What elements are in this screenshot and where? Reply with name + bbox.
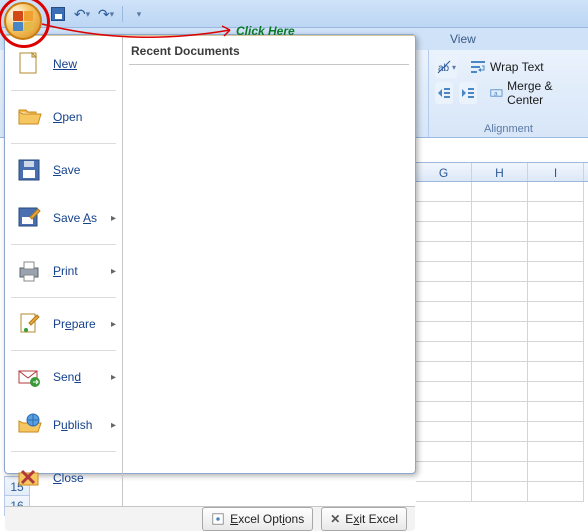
save-icon[interactable] [50,6,66,22]
grid-area[interactable] [416,182,588,507]
save-menu-icon [15,156,43,184]
close-icon [15,464,43,492]
menu-label-save-as: Save As [53,211,97,225]
excel-options-button[interactable]: Excel Options [202,507,313,531]
chevron-right-icon: ▸ [111,266,116,277]
menu-label-print: Print [53,264,78,278]
orientation-button[interactable]: ab▾ [435,56,457,78]
decrease-indent-button[interactable] [435,82,453,104]
chevron-right-icon: ▸ [111,213,116,224]
title-bar: ↶▾ ↷▾ ▾ [0,0,588,28]
undo-button[interactable]: ↶▾ [74,6,90,22]
menu-item-print[interactable]: Print ▸ [5,247,122,295]
merge-center-button[interactable]: a Merge & Center [483,82,582,104]
merge-center-label: Merge & Center [507,79,575,107]
recent-documents-header: Recent Documents [129,40,409,65]
quick-access-toolbar: ↶▾ ↷▾ ▾ [50,6,147,22]
menu-label-publish: Publish [53,418,92,432]
prepare-icon [15,310,43,338]
wrap-text-button[interactable]: Wrap Text [463,56,551,78]
wrap-text-icon [470,59,486,75]
menu-label-new: New [53,57,77,71]
send-icon [15,363,43,391]
publish-icon [15,411,43,439]
qat-customize-icon[interactable]: ▾ [131,6,147,22]
group-alignment: ab▾ Wrap Text a Merge & Center Alignment [428,50,588,137]
open-icon [15,103,43,131]
menu-item-publish[interactable]: Publish ▸ [5,401,122,449]
menu-item-save[interactable]: Save [5,146,122,194]
options-icon [211,512,225,526]
save-as-icon [15,204,43,232]
wrap-text-label: Wrap Text [490,60,544,74]
increase-indent-button[interactable] [459,82,477,104]
menu-item-close[interactable]: Close [5,454,122,502]
menu-item-new[interactable]: New [5,40,122,88]
column-header[interactable]: I [528,163,584,181]
tab-view[interactable]: View [440,28,486,50]
menu-label-close: Close [53,471,84,485]
office-menu-left: New Open Save Save As ▸ Print ▸ [5,36,123,506]
svg-text:ab: ab [438,63,450,74]
redo-button[interactable]: ↷▾ [98,6,114,22]
svg-text:a: a [494,90,498,97]
menu-label-prepare: Prepare [53,317,96,331]
column-headers: G H I [416,162,588,182]
menu-label-send: Send [53,370,81,384]
chevron-right-icon: ▸ [111,319,116,330]
group-label-alignment: Alignment [435,123,582,135]
qat-separator [122,6,123,22]
print-icon [15,257,43,285]
office-logo-icon [13,11,33,31]
merge-center-icon: a [490,85,503,101]
exit-icon: ✕ [330,512,340,526]
column-header[interactable]: H [472,163,528,181]
menu-label-open: Open [53,110,82,124]
menu-item-send[interactable]: Send ▸ [5,353,122,401]
chevron-right-icon: ▸ [111,372,116,383]
chevron-right-icon: ▸ [111,420,116,431]
menu-label-save: Save [53,163,80,177]
excel-options-label: Excel Options [230,512,304,526]
menu-item-save-as[interactable]: Save As ▸ [5,194,122,242]
office-menu-footer: Excel Options ✕ Exit Excel [5,506,415,531]
exit-excel-label: Exit Excel [345,512,398,526]
new-icon [15,50,43,78]
menu-item-prepare[interactable]: Prepare ▸ [5,300,122,348]
exit-excel-button[interactable]: ✕ Exit Excel [321,507,407,531]
office-menu: New Open Save Save As ▸ Print ▸ [4,34,416,474]
menu-item-open[interactable]: Open [5,93,122,141]
column-header[interactable]: G [416,163,472,181]
office-button[interactable] [4,2,42,40]
office-menu-right: Recent Documents [123,36,415,506]
